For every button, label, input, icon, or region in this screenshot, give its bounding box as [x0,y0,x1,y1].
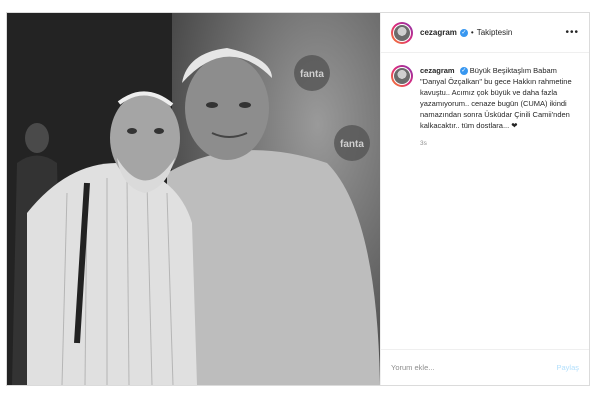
separator: • [470,28,474,37]
comment-input[interactable] [391,363,557,372]
photo-image: fanta fanta fanta [7,13,380,385]
caption-avatar[interactable] [391,65,413,87]
more-options-icon[interactable]: ••• [565,27,579,38]
username-link[interactable]: cezagram [420,28,457,37]
verified-badge-icon: ✓ [459,67,468,76]
brand-text: fanta [300,69,324,80]
post-sidebar: cezagram ✓ • Takiptesin ••• cezagram ✓ B… [380,13,589,385]
post-header: cezagram ✓ • Takiptesin ••• [381,13,589,53]
caption-username[interactable]: cezagram [420,66,455,75]
following-status[interactable]: Takiptesin [477,28,513,37]
caption-section: cezagram ✓ Büyük Beşiktaşlım Babam "Dany… [381,53,589,349]
post-comment-button[interactable]: Paylaş [556,363,579,372]
post-photo[interactable]: fanta fanta fanta [7,13,380,385]
brand-text: fanta [340,139,364,150]
caption-text: Büyük Beşiktaşlım Babam "Danyal Özçalkan… [420,66,572,130]
avatar[interactable] [391,21,413,44]
instagram-post: fanta fanta fanta [6,12,590,386]
comment-bar: Paylaş [381,349,589,385]
caption: cezagram ✓ Büyük Beşiktaşlım Babam "Dany… [420,65,575,131]
post-timestamp: 3s [420,140,427,147]
verified-badge-icon: ✓ [459,28,468,37]
